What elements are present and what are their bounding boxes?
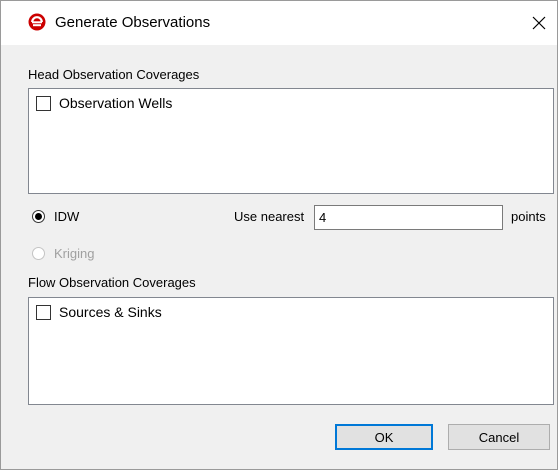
list-item-sources-sinks[interactable]: Sources & Sinks	[36, 304, 162, 320]
close-icon	[532, 16, 546, 30]
idw-radio[interactable]	[32, 210, 45, 223]
title-bar: Generate Observations	[1, 1, 557, 45]
points-label: points	[511, 209, 546, 224]
kriging-option[interactable]: Kriging	[32, 246, 94, 261]
head-coverages-list[interactable]: Observation Wells	[28, 88, 554, 194]
cancel-button[interactable]: Cancel	[448, 424, 550, 450]
list-item-observation-wells[interactable]: Observation Wells	[36, 95, 172, 111]
kriging-radio[interactable]	[32, 247, 45, 260]
generate-observations-dialog: Generate Observations Head Observation C…	[0, 0, 558, 470]
observation-wells-label: Observation Wells	[59, 95, 173, 111]
ok-button[interactable]: OK	[335, 424, 433, 450]
kriging-label: Kriging	[54, 246, 95, 261]
app-logo-icon	[28, 13, 46, 31]
flow-coverages-list[interactable]: Sources & Sinks	[28, 297, 554, 405]
sources-sinks-label: Sources & Sinks	[59, 304, 162, 320]
window-title: Generate Observations	[55, 14, 211, 31]
flow-coverages-label: Flow Observation Coverages	[28, 275, 196, 290]
head-coverages-label: Head Observation Coverages	[28, 67, 200, 82]
sources-sinks-checkbox[interactable]	[36, 304, 51, 320]
use-nearest-input[interactable]	[314, 205, 503, 230]
idw-option[interactable]: IDW	[32, 209, 79, 224]
use-nearest-label: Use nearest	[234, 209, 305, 224]
close-button[interactable]	[525, 9, 553, 37]
observation-wells-checkbox[interactable]	[36, 95, 51, 111]
idw-label: IDW	[54, 209, 80, 224]
